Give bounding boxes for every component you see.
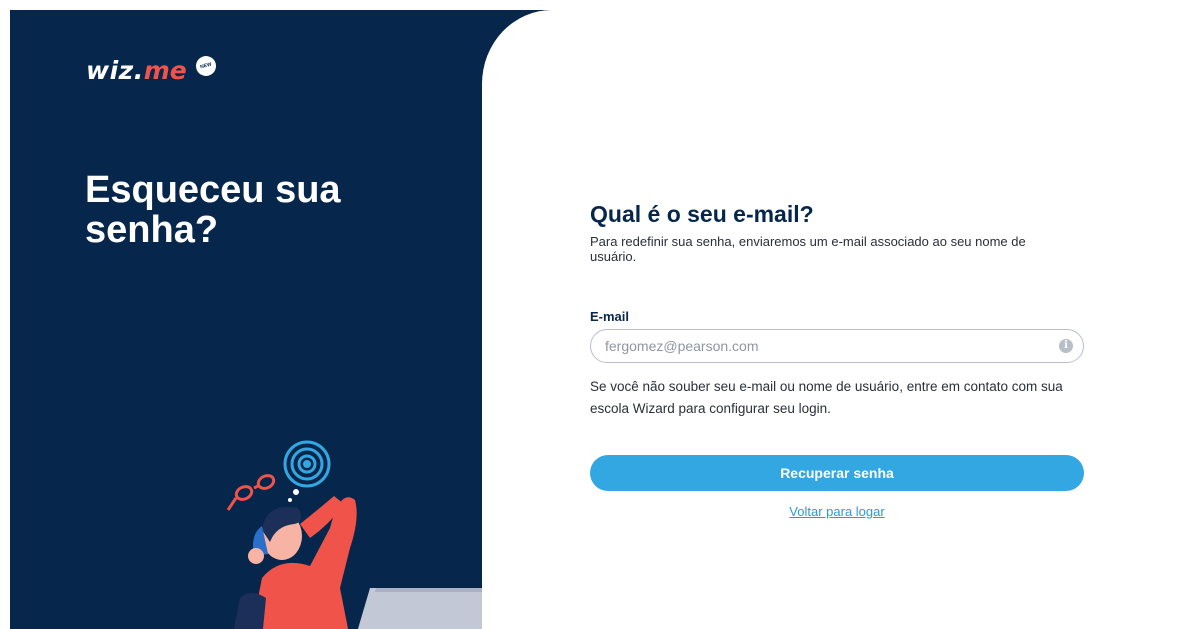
email-field-wrapper: i bbox=[590, 329, 1084, 363]
hero-title: Esqueceu sua senha? bbox=[85, 169, 341, 251]
recover-password-form: Qual é o seu e-mail? Para redefinir sua … bbox=[590, 200, 1084, 519]
help-text: Se você não souber seu e-mail ou nome de… bbox=[590, 379, 1063, 416]
left-panel: wiz.me NEW Esqueceu sua senha? bbox=[10, 10, 550, 629]
forgot-password-page: wiz.me NEW Esqueceu sua senha? Qual é o … bbox=[0, 0, 1186, 629]
form-title: Qual é o seu e-mail? bbox=[590, 201, 814, 227]
back-to-login-wrapper: Voltar para logar bbox=[590, 504, 1084, 519]
info-icon[interactable]: i bbox=[1059, 339, 1073, 353]
glasses-icon bbox=[226, 474, 276, 511]
logo-accent-text: me bbox=[143, 56, 187, 85]
content-panel bbox=[482, 10, 1186, 629]
email-input[interactable] bbox=[605, 330, 1045, 362]
email-label: E-mail bbox=[590, 309, 630, 324]
back-to-login-link[interactable]: Voltar para logar bbox=[789, 504, 884, 519]
recover-password-button[interactable]: Recuperar senha bbox=[590, 455, 1084, 491]
wizme-logo: wiz.me NEW bbox=[86, 53, 219, 88]
form-subtitle: Para redefinir sua senha, enviaremos um … bbox=[590, 234, 1026, 264]
logo-text: wiz. bbox=[86, 56, 144, 85]
new-badge-icon: NEW bbox=[193, 53, 219, 79]
maze-icon bbox=[283, 440, 331, 488]
